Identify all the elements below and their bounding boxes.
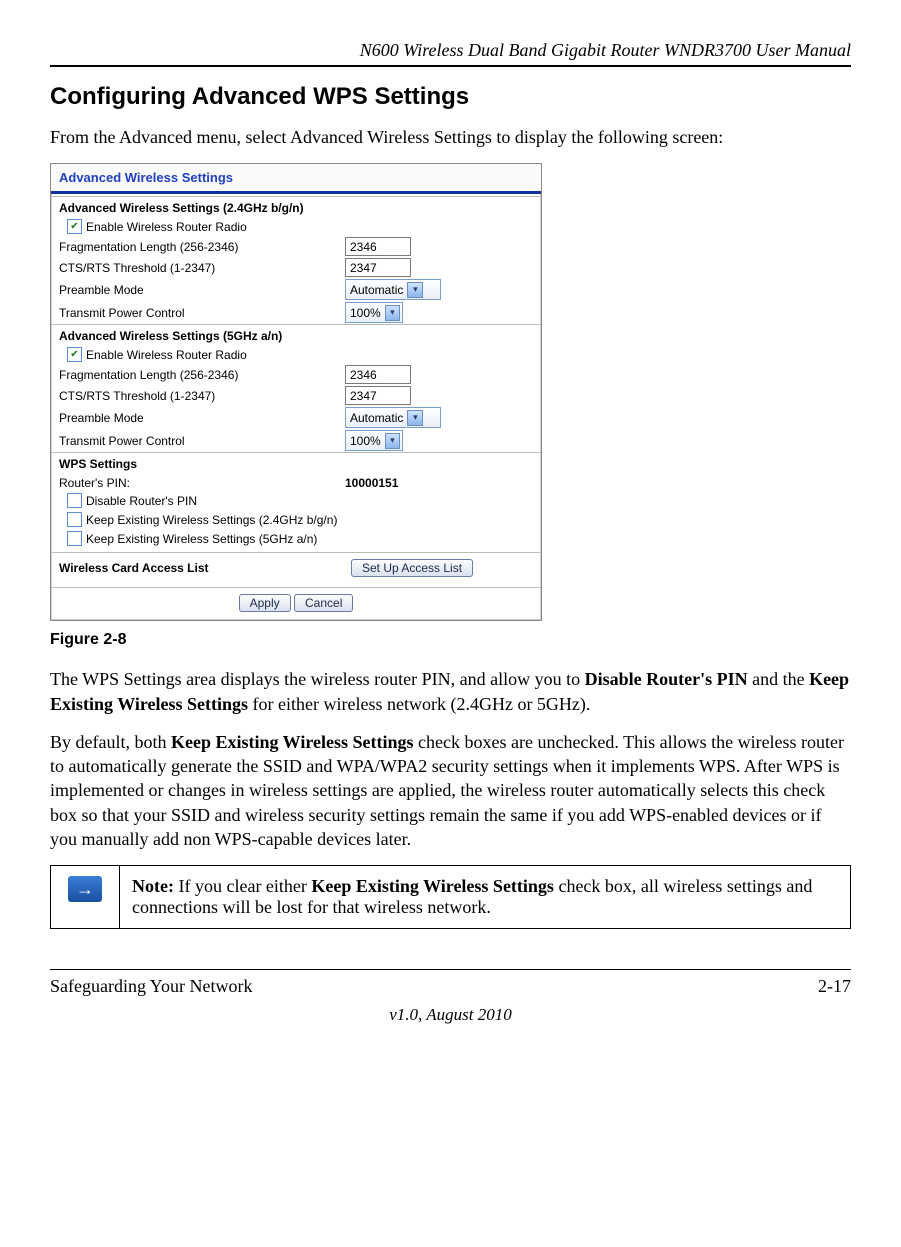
frag-5-input[interactable] [345, 365, 411, 384]
panel-separator [51, 191, 541, 194]
apply-button[interactable]: Apply [239, 594, 291, 612]
wps-heading: WPS Settings [51, 452, 541, 473]
arrow-right-icon: → [68, 876, 102, 902]
frag-24-label: Fragmentation Length (256-2346) [59, 240, 339, 254]
enable-radio-5-row: Enable Wireless Router Radio [51, 345, 541, 364]
p2-bold: Keep Existing Wireless Settings [171, 732, 414, 752]
chevron-down-icon: ▾ [385, 305, 400, 321]
chevron-down-icon: ▾ [407, 410, 423, 426]
txpower-5-value: 100% [350, 434, 381, 448]
txpower-24-label: Transmit Power Control [59, 306, 339, 320]
manual-title: N600 Wireless Dual Band Gigabit Router W… [50, 40, 851, 61]
paragraph-1: The WPS Settings area displays the wirel… [50, 667, 851, 716]
p1-text-2: and the [748, 669, 809, 689]
band24-heading: Advanced Wireless Settings (2.4GHz b/g/n… [51, 196, 541, 217]
note-bold: Keep Existing Wireless Settings [311, 876, 554, 896]
note-icon-cell: → [51, 866, 120, 929]
footer-center: v1.0, August 2010 [50, 1005, 851, 1025]
disable-pin-checkbox[interactable] [67, 493, 82, 508]
preamble-5-value: Automatic [350, 411, 403, 425]
band5-heading: Advanced Wireless Settings (5GHz a/n) [51, 324, 541, 345]
disable-pin-label: Disable Router's PIN [86, 494, 197, 508]
p1-bold-1: Disable Router's PIN [585, 669, 748, 689]
button-row: Apply Cancel [51, 587, 541, 620]
enable-radio-24-checkbox[interactable] [67, 219, 82, 234]
txpower-24-select[interactable]: 100% ▾ [345, 302, 403, 323]
top-rule [50, 65, 851, 67]
keep-5-checkbox[interactable] [67, 531, 82, 546]
keep-5-row: Keep Existing Wireless Settings (5GHz a/… [51, 529, 541, 548]
keep-5-label: Keep Existing Wireless Settings (5GHz a/… [86, 532, 317, 546]
page-footer: Safeguarding Your Network 2-17 v1.0, Aug… [50, 969, 851, 1025]
bottom-rule [50, 969, 851, 970]
keep-24-row: Keep Existing Wireless Settings (2.4GHz … [51, 510, 541, 529]
chevron-down-icon: ▾ [407, 282, 423, 298]
router-pin-label: Router's PIN: [59, 476, 339, 490]
footer-right: 2-17 [818, 976, 851, 997]
footer-left: Safeguarding Your Network [50, 976, 252, 997]
txpower-5-select[interactable]: 100% ▾ [345, 430, 403, 451]
panel-title: Advanced Wireless Settings [51, 164, 541, 191]
figure-caption: Figure 2-8 [50, 631, 851, 649]
chevron-down-icon: ▾ [385, 433, 400, 449]
cancel-button[interactable]: Cancel [294, 594, 353, 612]
cts-5-label: CTS/RTS Threshold (1-2347) [59, 389, 339, 403]
keep-24-label: Keep Existing Wireless Settings (2.4GHz … [86, 513, 337, 527]
note-box: → Note: If you clear either Keep Existin… [50, 865, 851, 929]
note-text-a: If you clear either [174, 876, 311, 896]
advanced-wireless-panel: Advanced Wireless Settings Advanced Wire… [50, 163, 542, 621]
cts-24-input[interactable] [345, 258, 411, 277]
disable-pin-row: Disable Router's PIN [51, 491, 541, 510]
cts-24-label: CTS/RTS Threshold (1-2347) [59, 261, 339, 275]
section-heading: Configuring Advanced WPS Settings [50, 83, 851, 111]
frag-24-input[interactable] [345, 237, 411, 256]
setup-access-list-button[interactable]: Set Up Access List [351, 559, 473, 577]
enable-radio-24-row: Enable Wireless Router Radio [51, 217, 541, 236]
note-prefix: Note: [132, 876, 174, 896]
intro-paragraph: From the Advanced menu, select Advanced … [50, 125, 851, 149]
paragraph-2: By default, both Keep Existing Wireless … [50, 730, 851, 851]
p2-text: By default, both [50, 732, 171, 752]
txpower-24-value: 100% [350, 306, 381, 320]
enable-radio-5-label: Enable Wireless Router Radio [86, 348, 247, 362]
txpower-5-label: Transmit Power Control [59, 434, 339, 448]
preamble-5-label: Preamble Mode [59, 411, 339, 425]
frag-5-label: Fragmentation Length (256-2346) [59, 368, 339, 382]
keep-24-checkbox[interactable] [67, 512, 82, 527]
p1-text-3: for either wireless network (2.4GHz or 5… [248, 694, 590, 714]
cts-5-input[interactable] [345, 386, 411, 405]
acl-label: Wireless Card Access List [59, 561, 339, 575]
enable-radio-5-checkbox[interactable] [67, 347, 82, 362]
preamble-5-select[interactable]: Automatic ▾ [345, 407, 441, 428]
p1-text: The WPS Settings area displays the wirel… [50, 669, 585, 689]
note-text-cell: Note: If you clear either Keep Existing … [120, 866, 851, 929]
router-pin-value: 10000151 [345, 476, 398, 490]
enable-radio-24-label: Enable Wireless Router Radio [86, 220, 247, 234]
preamble-24-select[interactable]: Automatic ▾ [345, 279, 441, 300]
preamble-24-label: Preamble Mode [59, 283, 339, 297]
preamble-24-value: Automatic [350, 283, 403, 297]
